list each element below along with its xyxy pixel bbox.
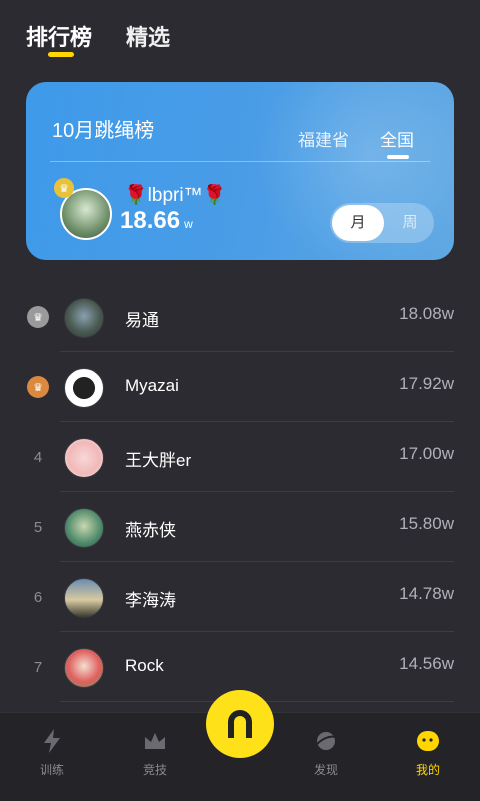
user-name: 易通 [125, 311, 159, 330]
my-score-unit: w [184, 217, 193, 231]
rank-number: 7 [33, 658, 43, 676]
region-tab-indicator [387, 155, 409, 159]
list-item[interactable]: ♛ Myazai 17.92w [0, 352, 480, 422]
user-name: Myazai [125, 376, 179, 395]
crown-icon: ♛ [27, 376, 49, 398]
user-score: 17.00w [399, 444, 454, 463]
rank-number: 5 [33, 518, 43, 536]
list-item[interactable]: 6 李海涛 14.78w [0, 562, 480, 632]
crown-icon [143, 729, 167, 753]
nav-discover[interactable]: 发现 [296, 729, 356, 778]
list-item[interactable]: 5 燕赤侠 15.80w [0, 492, 480, 562]
user-score: 14.78w [399, 584, 454, 603]
my-score: 18.66 w [120, 207, 193, 235]
avatar[interactable] [64, 648, 104, 688]
crown-icon: ♛ [27, 306, 49, 328]
top-tab-bar: 排行榜 精选 [0, 0, 480, 70]
tab-featured[interactable]: 精选 [126, 20, 170, 52]
user-score: 18.08w [399, 304, 454, 323]
user-score: 15.80w [399, 514, 454, 533]
nav-train[interactable]: 训练 [22, 729, 82, 778]
user-name: 王大胖er [125, 451, 192, 470]
tab-leaderboard[interactable]: 排行榜 [26, 20, 92, 52]
smiley-icon [416, 729, 440, 753]
period-week-option[interactable]: 周 [388, 203, 432, 243]
user-score: 14.56w [399, 654, 454, 673]
period-toggle[interactable]: 月 周 [330, 203, 434, 243]
nav-compete[interactable]: 竞技 [125, 729, 185, 778]
rank-number: 6 [33, 588, 43, 606]
leaderboard-banner: 10月跳绳榜 福建省 全国 ♛ 🌹lbpri™🌹 18.66 w 月 周 [26, 82, 454, 260]
avatar[interactable] [64, 368, 104, 408]
active-tab-indicator [48, 52, 74, 57]
user-name: Rock [125, 656, 164, 675]
period-month-option[interactable]: 月 [332, 205, 384, 241]
nav-mine[interactable]: 我的 [398, 729, 458, 778]
start-jump-button[interactable] [206, 690, 274, 758]
avatar[interactable] [64, 508, 104, 548]
crown-icon: ♛ [54, 178, 74, 198]
avatar[interactable] [64, 578, 104, 618]
avatar[interactable] [64, 438, 104, 478]
rank-cell: ♛ [24, 352, 52, 422]
jump-rope-icon [228, 710, 252, 738]
my-name: 🌹lbpri™🌹 [124, 185, 227, 206]
user-name: 李海涛 [125, 591, 176, 610]
nav-label: 发现 [313, 763, 338, 777]
my-score-value: 18.66 [120, 207, 181, 234]
nav-label: 我的 [415, 763, 440, 777]
list-item[interactable]: 4 王大胖er 17.00w [0, 422, 480, 492]
planet-icon [314, 729, 338, 753]
region-tab-nation[interactable]: 全国 [380, 126, 414, 151]
region-tab-province[interactable]: 福建省 [298, 126, 349, 151]
nav-label: 竞技 [142, 763, 167, 777]
banner-title: 10月跳绳榜 [52, 120, 155, 142]
user-score: 17.92w [399, 374, 454, 393]
nav-label: 训练 [39, 763, 64, 777]
rank-number: 4 [33, 448, 43, 466]
user-name: 燕赤侠 [125, 521, 176, 540]
rank-cell: ♛ [24, 282, 52, 352]
lightning-icon [40, 729, 64, 753]
list-item[interactable]: ♛ 易通 18.08w [0, 282, 480, 352]
avatar[interactable] [64, 298, 104, 338]
banner-divider [50, 161, 430, 162]
